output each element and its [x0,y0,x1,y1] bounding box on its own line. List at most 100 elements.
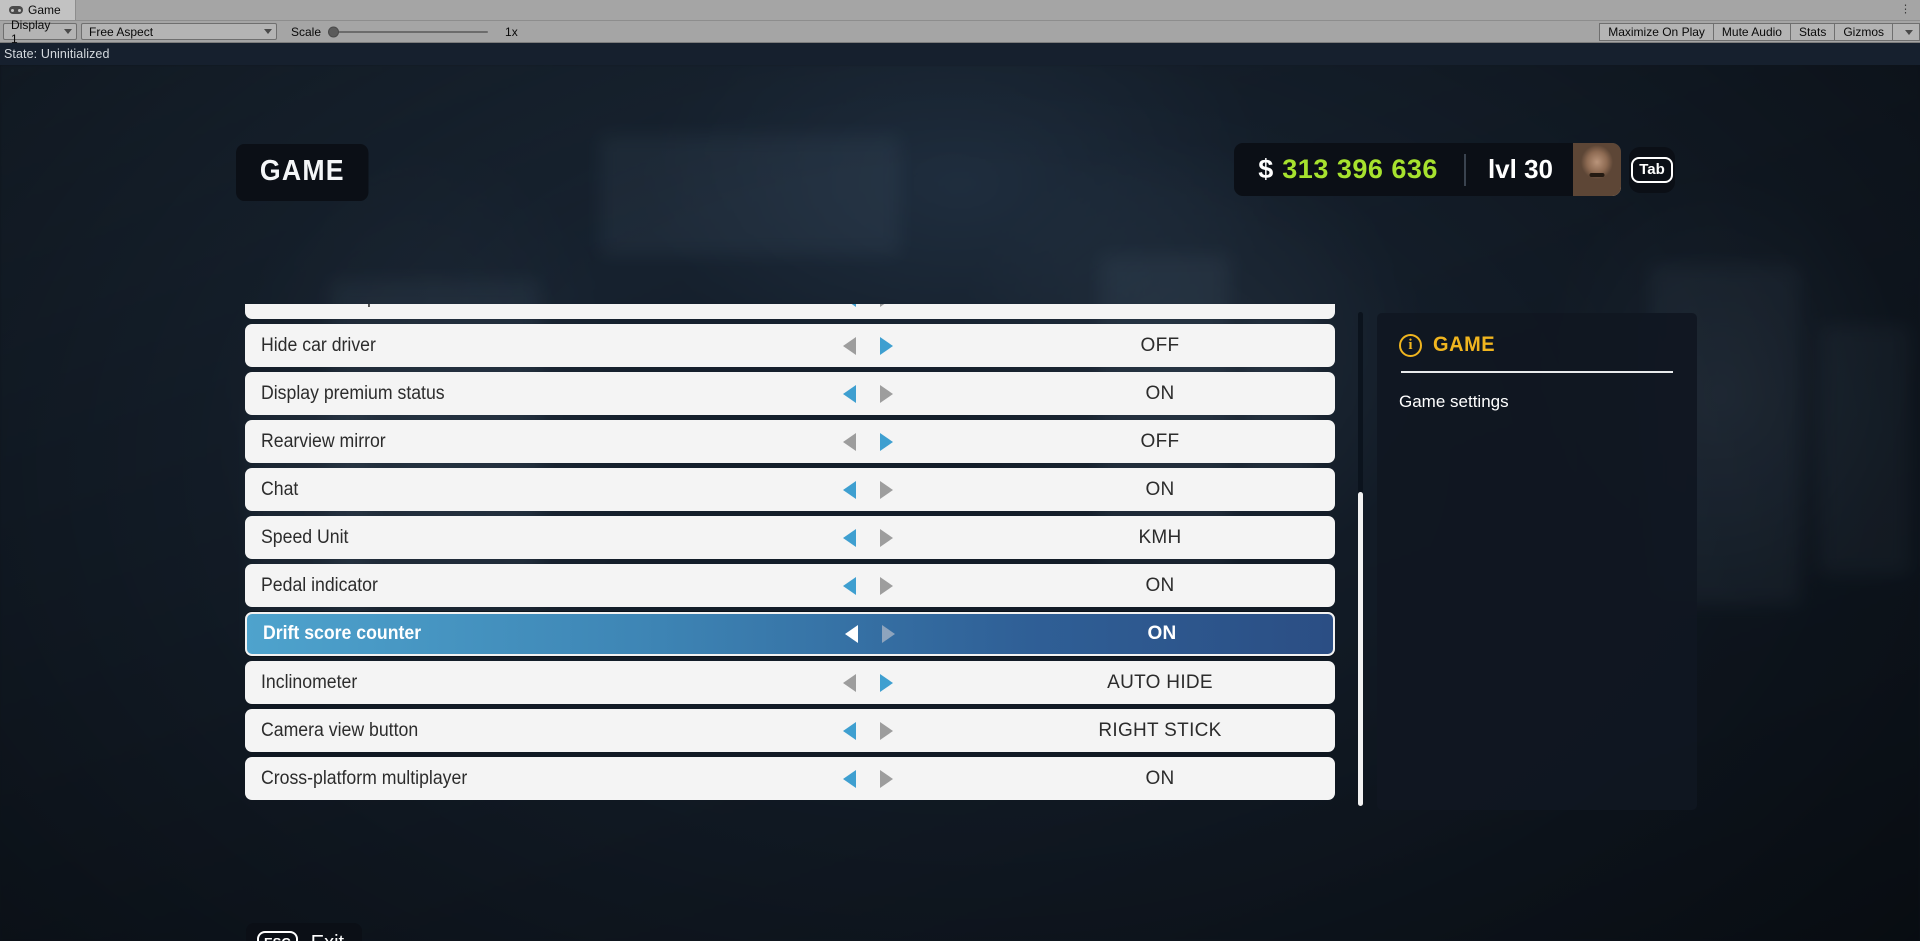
settings-row-arrows [843,432,893,451]
arrow-right-icon[interactable] [880,480,893,499]
settings-row-label: Chat [261,478,299,500]
info-panel-body: Game settings [1399,391,1509,411]
money-display: $ 313 396 636 [1234,154,1464,185]
arrow-left-icon[interactable] [843,432,856,451]
settings-row[interactable]: Speed Unit KMH [245,516,1335,559]
tab-key-button[interactable]: Tab [1629,146,1675,193]
settings-row[interactable]: Pedal indicator ON [245,564,1335,607]
settings-row[interactable]: Rearview mirror OFF [245,420,1335,463]
settings-row[interactable]: Chat ON [245,468,1335,511]
scale-value: 1x [505,24,518,39]
tab-game-label: Game [28,3,61,17]
settings-row-arrows [843,336,893,355]
display-dropdown-label: Display 1 [11,17,51,46]
state-bar: State: Uninitialized [0,43,1920,65]
arrow-left-icon[interactable] [843,528,856,547]
settings-scrollbar[interactable] [1358,312,1363,806]
arrow-left-icon[interactable] [843,304,856,307]
settings-row-label: Inclinometer [261,671,358,693]
settings-row-value: OFF [1140,334,1180,356]
settings-row-value: ON [1147,623,1177,644]
settings-row[interactable]: Hide car driver OFF [245,324,1335,367]
info-panel: i GAME Game settings [1377,313,1697,810]
arrow-left-icon[interactable] [843,721,856,740]
game-viewport: GAME $ 313 396 636 lvl 30 Tab Show minim… [0,65,1920,941]
settings-row-label: Drift score counter [263,623,422,644]
avatar[interactable] [1573,143,1621,196]
aspect-dropdown-label: Free Aspect [89,24,154,39]
arrow-right-icon[interactable] [880,432,893,451]
game-view-toolbar: Display 1 Free Aspect Scale 1x Maximize … [0,18,1920,46]
gizmos-button[interactable]: Gizmos [1835,23,1893,41]
hud-status-group: $ 313 396 636 lvl 30 Tab [1234,143,1675,196]
arrow-left-icon[interactable] [843,769,856,788]
settings-scrollbar-thumb[interactable] [1358,492,1363,806]
arrow-left-icon[interactable] [843,480,856,499]
arrow-left-icon[interactable] [843,384,856,403]
arrow-left-icon[interactable] [843,336,856,355]
info-panel-title: GAME [1433,333,1496,356]
arrow-right-icon[interactable] [880,721,893,740]
settings-row[interactable]: Show minimap ON [245,304,1335,319]
settings-row-arrows [843,721,893,740]
scale-slider-track [328,30,489,33]
settings-row-value: OFF [1140,430,1180,452]
aspect-ratio-dropdown[interactable]: Free Aspect [81,23,277,40]
maximize-on-play-button[interactable]: Maximize On Play [1599,23,1714,41]
settings-row[interactable]: Inclinometer AUTO HIDE [245,661,1335,704]
esc-key-badge: ESC [257,931,298,941]
arrow-right-icon[interactable] [882,625,895,643]
arrow-right-icon[interactable] [880,384,893,403]
arrow-right-icon[interactable] [880,336,893,355]
hud-pill: $ 313 396 636 lvl 30 [1234,143,1621,196]
settings-row[interactable]: Camera view button RIGHT STICK [245,709,1335,752]
gamepad-icon [9,6,23,14]
editor-tab-strip: Game ⋮ [0,0,1920,21]
settings-row-label: Speed Unit [261,526,349,548]
settings-row-arrows [843,769,893,788]
mute-audio-button[interactable]: Mute Audio [1713,23,1791,41]
arrow-left-icon[interactable] [845,625,858,643]
settings-row-arrows [845,625,895,643]
info-panel-header: i GAME [1399,333,1675,357]
arrow-left-icon[interactable] [843,576,856,595]
settings-row-label: Rearview mirror [261,430,386,452]
settings-row[interactable]: Display premium status ON [245,372,1335,415]
stats-button[interactable]: Stats [1790,23,1836,41]
arrow-right-icon[interactable] [880,769,893,788]
settings-row-value: KMH [1138,526,1182,548]
arrow-right-icon[interactable] [880,673,893,692]
scale-slider[interactable] [328,25,489,39]
settings-list[interactable]: Show minimap ON Hide car driver OFF Display … [245,304,1335,811]
gizmos-dropdown-toggle[interactable] [1893,23,1920,41]
settings-row[interactable]: Drift score counter ON [245,612,1335,656]
exit-button-label: Exit [311,932,344,941]
chevron-down-icon [264,29,272,34]
tab-overflow-menu-icon[interactable]: ⋮ [1900,4,1912,16]
display-dropdown[interactable]: Display 1 [3,18,77,46]
settings-row-arrows [843,673,893,692]
settings-row-value: ON [1145,767,1175,789]
arrow-left-icon[interactable] [843,673,856,692]
scale-label: Scale [291,24,322,39]
arrow-right-icon[interactable] [880,576,893,595]
scale-slider-knob[interactable] [328,26,340,37]
info-panel-divider [1401,371,1673,373]
settings-row-value: ON [1005,304,1315,309]
arrow-right-icon[interactable] [880,304,893,307]
money-amount: 313 396 636 [1282,154,1438,184]
chevron-down-icon [1905,29,1913,35]
settings-row-arrows [843,384,893,403]
settings-row-arrows [843,480,893,499]
info-circle-icon: i [1399,333,1422,357]
exit-button[interactable]: ESC Exit [246,923,363,941]
settings-row-value: ON [1145,574,1175,596]
arrow-right-icon[interactable] [880,528,893,547]
settings-row-label: Show minimap [261,304,377,309]
currency-symbol: $ [1258,154,1274,184]
settings-row-label: Display premium status [261,382,445,404]
page-title: GAME [236,144,369,201]
settings-row[interactable]: Cross-platform multiplayer ON [245,757,1335,800]
level-display: lvl 30 [1487,154,1553,184]
settings-row-arrows [843,528,893,547]
